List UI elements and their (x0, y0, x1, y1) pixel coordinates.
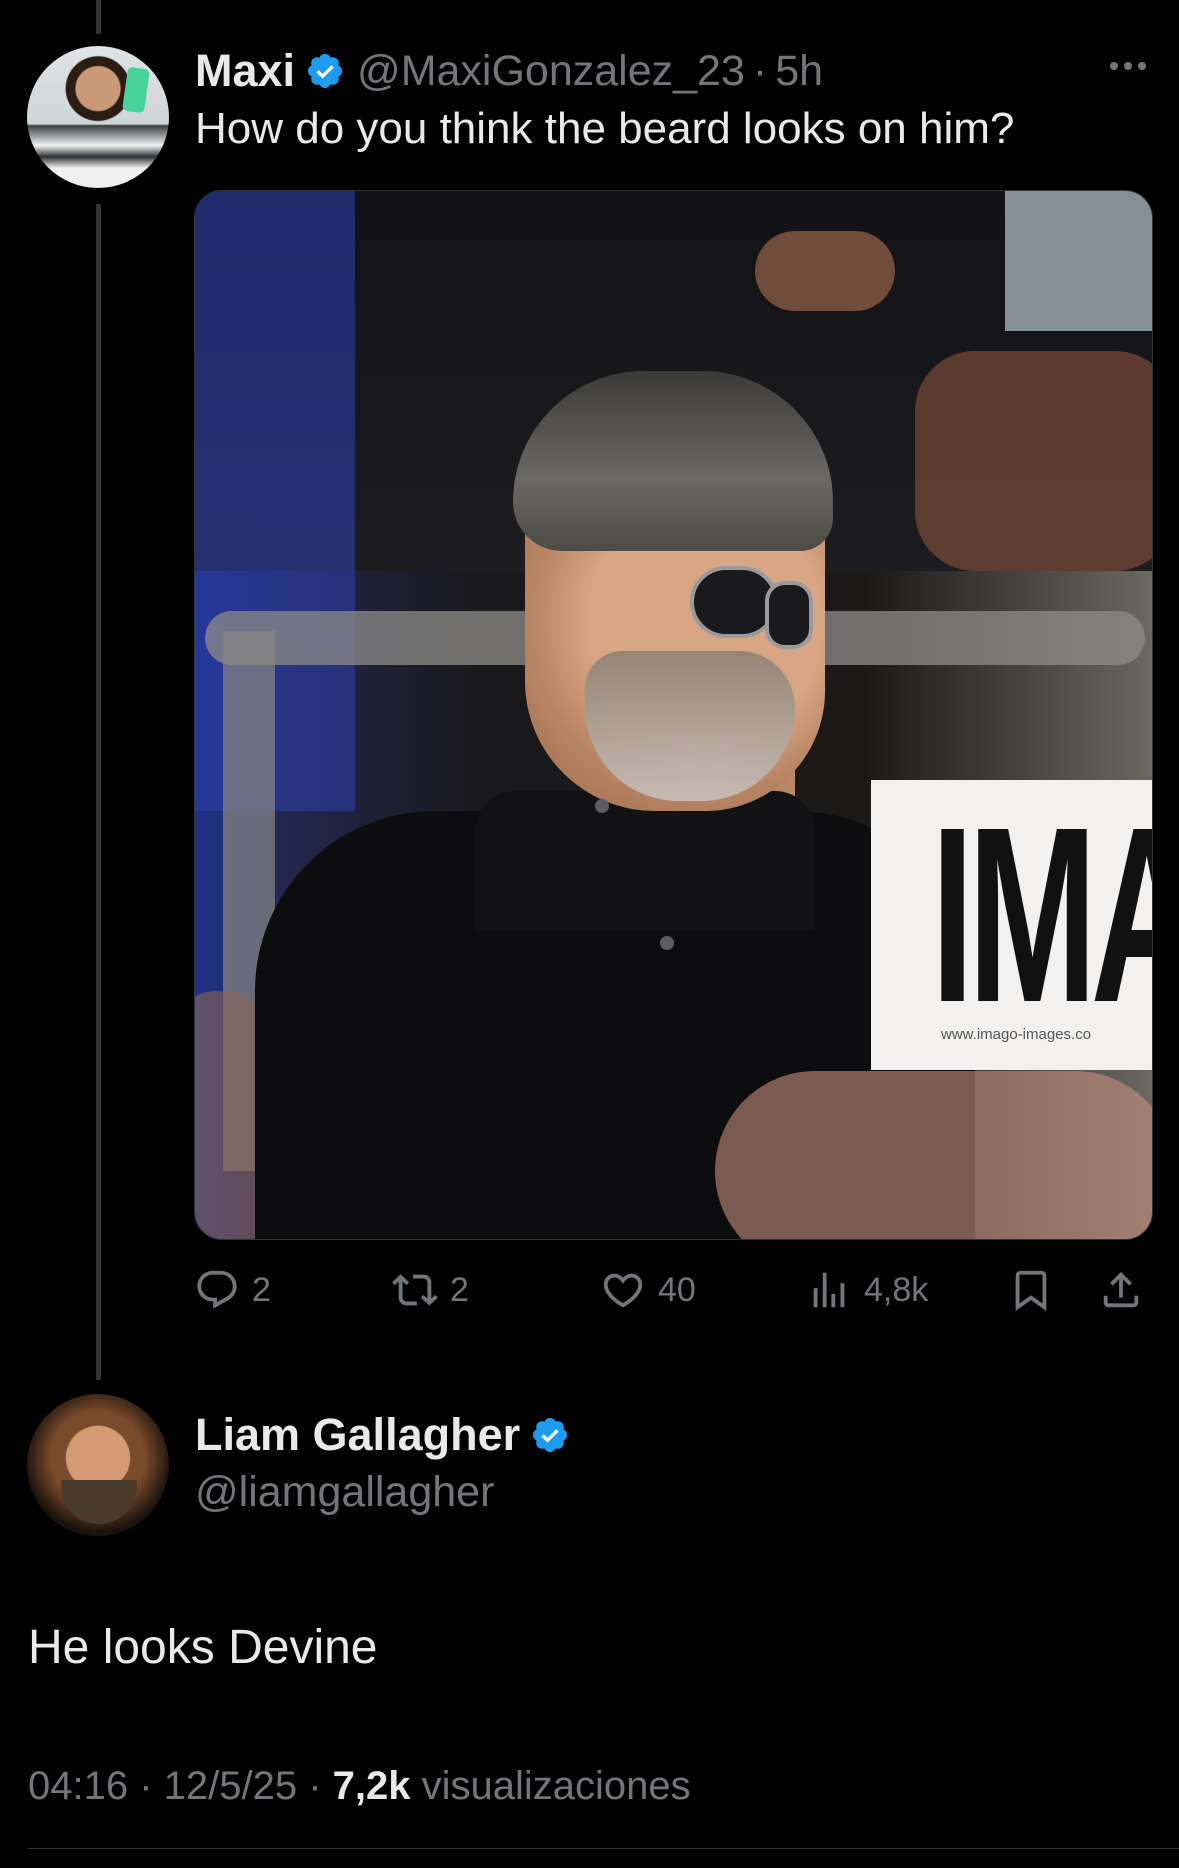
share-button[interactable] (1098, 1260, 1144, 1320)
photo-foreground-blur (715, 1071, 1152, 1239)
divider (28, 1848, 1179, 1849)
tweet-photo[interactable]: IMA www.imago-images.co (194, 190, 1153, 1240)
avatar-maxi[interactable] (27, 46, 169, 188)
reply-header: Liam Gallagher (195, 1404, 582, 1466)
avatar-detail (122, 66, 150, 114)
verified-icon (530, 1415, 570, 1455)
photo-bystander-arm (755, 231, 895, 311)
tweet-header: Maxi @MaxiGonzalez_23 · 5h (195, 40, 823, 102)
photo-watermark: IMA www.imago-images.co (871, 780, 1152, 1070)
handle[interactable]: @liamgallagher (195, 1468, 494, 1517)
verified-icon (305, 51, 345, 91)
thread-line-top (96, 0, 101, 34)
avatar-detail (61, 1480, 137, 1524)
tweet-meta: 04:16 · 12/5/25 · 7,2k visualizaciones (28, 1764, 691, 1809)
watermark-url: www.imago-images.co (941, 1026, 1092, 1043)
bookmark-icon (1015, 1270, 1047, 1311)
views-total: 7,2k (332, 1764, 411, 1808)
tweet-date[interactable]: 12/5/25 (164, 1764, 297, 1808)
photo-shirt-button (660, 936, 674, 950)
separator: · (752, 46, 768, 95)
photo-bystander-arm (915, 351, 1152, 571)
thread-line (96, 204, 101, 1380)
tweet-text: How do you think the beard looks on him? (195, 104, 1015, 153)
photo-subject-sunglasses (765, 581, 813, 649)
reply-button[interactable]: 2 (194, 1260, 271, 1320)
display-name[interactable]: Liam Gallagher (195, 1409, 520, 1461)
bookmark-button[interactable] (1008, 1260, 1054, 1320)
views-count: 4,8k (864, 1270, 929, 1309)
more-icon[interactable] (1100, 46, 1156, 86)
share-icon (1103, 1271, 1139, 1308)
like-icon (603, 1273, 643, 1308)
reply-text: He looks Devine (28, 1621, 378, 1674)
views-label: visualizaciones (410, 1764, 691, 1808)
views-icon (813, 1272, 845, 1308)
views-button[interactable]: 4,8k (806, 1260, 928, 1320)
like-button[interactable]: 40 (600, 1260, 696, 1320)
separator: · (297, 1764, 333, 1808)
photo-bystander (1005, 191, 1152, 331)
watermark-logo: IMA (931, 780, 1152, 1054)
display-name[interactable]: Maxi (195, 45, 295, 97)
tweet-time[interactable]: 04:16 (28, 1764, 128, 1808)
reply-count: 2 (252, 1270, 271, 1309)
photo-bystander (195, 191, 355, 811)
reply-icon (197, 1270, 237, 1309)
photo-shirt-button (595, 799, 609, 813)
tweet-actions: 2 2 40 4,8k (194, 1260, 1160, 1320)
timestamp[interactable]: 5h (775, 47, 823, 96)
handle[interactable]: @MaxiGonzalez_23 (357, 47, 745, 96)
retweet-button[interactable]: 2 (392, 1260, 469, 1320)
photo-subject-collar (475, 791, 815, 931)
retweet-count: 2 (450, 1270, 469, 1309)
separator: · (128, 1764, 164, 1808)
avatar-liam[interactable] (27, 1394, 169, 1536)
like-count: 40 (658, 1270, 696, 1309)
retweet-icon (392, 1274, 438, 1306)
